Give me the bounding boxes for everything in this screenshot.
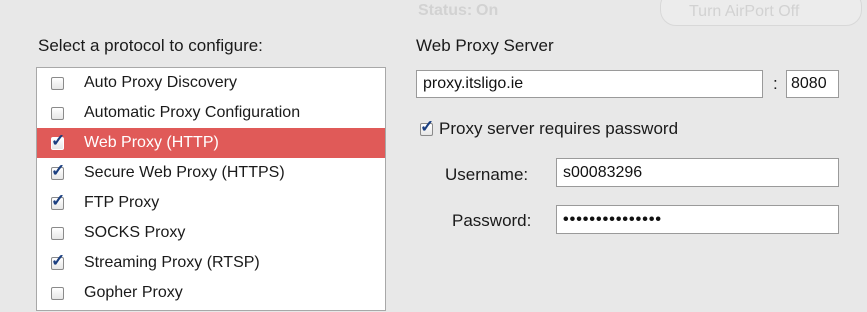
protocol-row[interactable]: ✓ Secure Web Proxy (HTTPS) xyxy=(37,158,385,188)
protocol-row[interactable]: ✓ Automatic Proxy Configuration xyxy=(37,98,385,128)
protocol-checkbox[interactable]: ✓ xyxy=(51,192,65,210)
protocol-list-heading: Select a protocol to configure: xyxy=(38,36,263,55)
checkmark-icon: ✓ xyxy=(51,130,66,150)
checkmark-icon: ✓ xyxy=(51,190,66,210)
protocol-label: Automatic Proxy Configuration xyxy=(84,104,301,121)
protocol-row[interactable]: ✓ Gopher Proxy xyxy=(37,278,385,308)
checkmark-icon: ✓ xyxy=(51,160,66,180)
protocol-checkbox[interactable]: ✓ xyxy=(51,162,65,180)
protocol-row[interactable]: ✓ SOCKS Proxy xyxy=(37,218,385,248)
username-label: Username: xyxy=(445,165,529,184)
protocol-label: Secure Web Proxy (HTTPS) xyxy=(84,164,285,181)
requires-password-label: Proxy server requires password xyxy=(439,119,679,138)
protocol-checkbox[interactable]: ✓ xyxy=(51,132,65,150)
port-separator: : xyxy=(773,74,778,93)
background-status-value: On xyxy=(476,2,499,19)
protocol-row[interactable]: ✓ Streaming Proxy (RTSP) xyxy=(37,248,385,278)
proxy-server-field[interactable]: proxy.itsligo.ie xyxy=(416,70,763,98)
protocol-label: Gopher Proxy xyxy=(84,284,183,301)
protocol-list[interactable]: ✓ Auto Proxy Discovery ✓ Automatic Proxy Co… xyxy=(36,67,386,311)
protocol-row[interactable]: ✓ FTP Proxy xyxy=(37,188,385,218)
protocol-checkbox[interactable]: ✓ xyxy=(51,106,64,120)
protocol-label: Auto Proxy Discovery xyxy=(84,74,237,91)
checkmark-icon: ✓ xyxy=(51,250,66,270)
protocol-label: Web Proxy (HTTP) xyxy=(84,134,219,151)
password-field[interactable]: ••••••••••••••• xyxy=(556,205,839,234)
protocol-label: Streaming Proxy (RTSP) xyxy=(84,254,260,271)
web-proxy-server-heading: Web Proxy Server xyxy=(416,36,554,55)
protocol-checkbox[interactable]: ✓ xyxy=(51,252,65,270)
proxy-port-field[interactable]: 8080 xyxy=(786,70,839,98)
protocol-row[interactable]: ✓ Web Proxy (HTTP) xyxy=(37,128,385,158)
protocol-checkbox[interactable]: ✓ xyxy=(51,286,64,300)
checkmark-icon: ✓ xyxy=(420,116,435,136)
background-turn-airport-button: Turn AirPort Off xyxy=(660,0,862,26)
protocol-row[interactable]: ✓ Auto Proxy Discovery xyxy=(37,68,385,98)
protocol-label: SOCKS Proxy xyxy=(84,224,186,241)
username-field[interactable]: s00083296 xyxy=(556,158,839,187)
requires-password-checkbox-row[interactable]: ✓ Proxy server requires password xyxy=(420,118,679,139)
background-status-label: Status: xyxy=(418,2,473,19)
password-label: Password: xyxy=(452,211,532,230)
requires-password-checkbox[interactable]: ✓ xyxy=(420,118,434,136)
protocol-checkbox[interactable]: ✓ xyxy=(51,76,64,90)
protocol-checkbox[interactable]: ✓ xyxy=(51,226,64,240)
protocol-label: FTP Proxy xyxy=(84,194,160,211)
